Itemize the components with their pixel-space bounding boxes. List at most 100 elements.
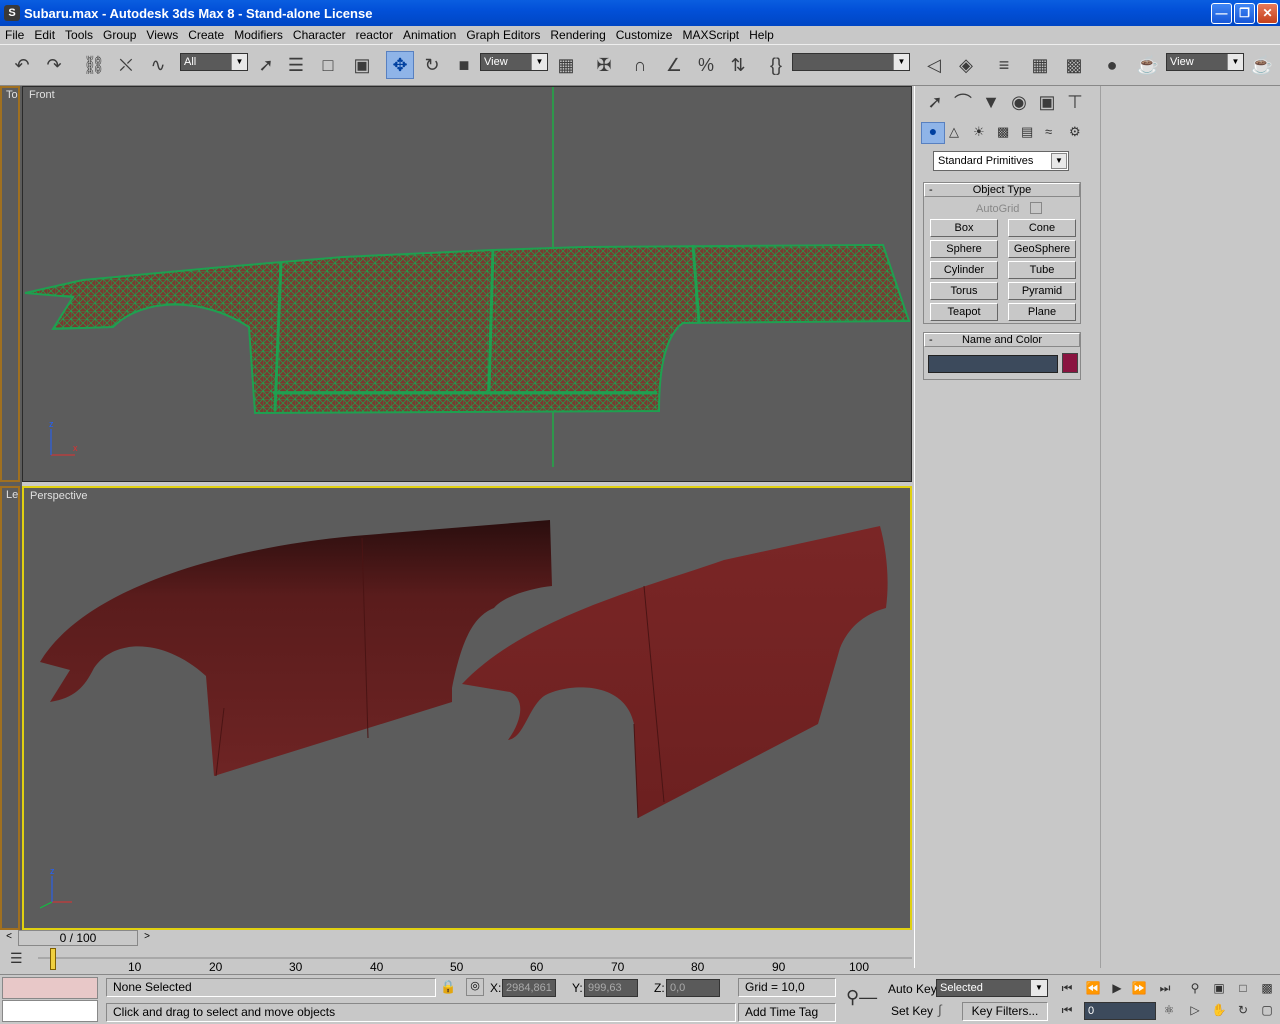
quick-render-icon[interactable]: ☕ [1248,51,1276,79]
pan-view-icon[interactable]: ✋ [1210,1001,1228,1019]
app-icon[interactable]: S [4,5,20,21]
track-bar[interactable]: ☰ 10 20 30 40 50 60 70 80 90 100 [0,946,912,974]
top-viewport-collapsed[interactable]: To [0,86,20,482]
menu-character[interactable]: Character [288,28,351,42]
percent-snap-icon[interactable]: % [692,51,720,79]
hierarchy-tab-icon[interactable]: ▼ [977,88,1005,116]
arc-rotate-icon[interactable]: ↻ [1234,1001,1252,1019]
go-to-start-icon[interactable]: ⏮ [1058,979,1076,997]
z-coordinate-field[interactable]: 0,0 [666,979,720,997]
window-crossing-icon[interactable]: ▣ [348,51,376,79]
space-warps-icon[interactable]: ≈ [1045,124,1052,139]
prev-frame-icon[interactable]: < [2,931,16,945]
select-object-icon[interactable]: ➚ [252,51,280,79]
object-category-dropdown[interactable]: Standard Primitives ▼ [933,151,1069,171]
maxscript-listener-pink[interactable] [2,977,98,999]
left-viewport-label[interactable]: Le [6,489,18,501]
link-icon[interactable]: ⛓ [80,51,108,79]
undo-icon[interactable]: ↶ [8,51,36,79]
curve-editor-icon[interactable]: ▦ [1026,51,1054,79]
menu-help[interactable]: Help [744,28,779,42]
menu-maxscript[interactable]: MAXScript [677,28,744,42]
spinner-snap-icon[interactable]: ⇅ [724,51,752,79]
go-to-end-icon[interactable]: ⏭ [1156,979,1174,997]
plane-button[interactable]: Plane [1008,303,1076,321]
menu-create[interactable]: Create [183,28,229,42]
previous-frame-icon[interactable]: ⏪ [1084,979,1102,997]
manipulate-icon[interactable]: ✠ [590,51,618,79]
create-tab-icon[interactable]: ➚ [921,88,949,116]
cameras-icon[interactable]: ▩ [997,124,1009,140]
maxscript-listener-white[interactable] [2,1000,98,1022]
geosphere-button[interactable]: GeoSphere [1008,240,1076,258]
time-slider-thumb[interactable]: 0 / 100 [18,930,138,946]
align-icon[interactable]: ◈ [952,51,980,79]
next-frame-icon[interactable]: ⏩ [1130,979,1148,997]
left-viewport-collapsed[interactable]: Le [0,486,20,930]
maximize-viewport-icon[interactable]: ▢ [1258,1001,1276,1019]
add-time-tag-button[interactable]: Add Time Tag [738,1003,836,1022]
open-mini-curve-editor-icon[interactable]: ☰ [10,950,32,968]
select-and-scale-icon[interactable]: ■ [450,51,478,79]
key-mode-dropdown[interactable]: Selected ▼ [936,979,1048,997]
menu-animation[interactable]: Animation [398,28,461,42]
menu-file[interactable]: File [0,28,29,42]
current-frame-field[interactable]: 0 [1084,1002,1156,1020]
render-scene-icon[interactable]: ☕ [1134,51,1162,79]
top-viewport-label[interactable]: To [6,89,18,101]
y-coordinate-field[interactable]: 999,63 [584,979,638,997]
utilities-tab-icon[interactable]: ⊤ [1061,88,1089,116]
absolute-mode-transform-icon[interactable]: ◎ [466,978,484,996]
autogrid-checkbox[interactable] [1030,202,1042,214]
helpers-icon[interactable]: ▤ [1021,124,1033,140]
menu-customize[interactable]: Customize [611,28,678,42]
display-tab-icon[interactable]: ▣ [1033,88,1061,116]
menu-rendering[interactable]: Rendering [545,28,610,42]
zoom-extents-all-icon[interactable]: ▩ [1258,979,1276,997]
next-frame-icon[interactable]: > [140,931,154,945]
geometry-icon[interactable]: ● [921,122,945,144]
pivot-center-icon[interactable]: ▦ [552,51,580,79]
set-key-button[interactable]: Set Key [891,1004,933,1018]
mirror-icon[interactable]: ◁ [920,51,948,79]
rect-selection-region-icon[interactable]: □ [314,51,342,79]
selection-filter-dropdown[interactable]: All ▼ [180,53,248,71]
modify-tab-icon[interactable]: ⌒ [949,88,977,116]
pyramid-button[interactable]: Pyramid [1008,282,1076,300]
unlink-icon[interactable]: ⛌ [112,51,140,79]
time-slider[interactable]: < 0 / 100 > [0,930,912,946]
x-coordinate-field[interactable]: 2984,861 [502,979,556,997]
teapot-button[interactable]: Teapot [930,303,998,321]
cylinder-button[interactable]: Cylinder [930,261,998,279]
zoom-all-icon[interactable]: ▣ [1210,979,1228,997]
tube-button[interactable]: Tube [1008,261,1076,279]
name-and-color-header[interactable]: - Name and Color [924,333,1080,347]
lights-icon[interactable]: ☀ [973,124,985,140]
restore-button[interactable]: ❐ [1234,3,1255,24]
current-time-marker[interactable] [50,948,56,970]
zoom-extents-icon[interactable]: □ [1234,979,1252,997]
sphere-button[interactable]: Sphere [930,240,998,258]
menu-modifiers[interactable]: Modifiers [229,28,288,42]
motion-tab-icon[interactable]: ◉ [1005,88,1033,116]
select-and-rotate-icon[interactable]: ↻ [418,51,446,79]
redo-icon[interactable]: ↷ [40,51,68,79]
auto-key-button[interactable]: Auto Key [888,982,937,996]
zoom-icon[interactable]: ⚲ [1186,979,1204,997]
object-type-header[interactable]: - Object Type [924,183,1080,197]
menu-graph-editors[interactable]: Graph Editors [461,28,545,42]
close-button[interactable]: ✕ [1257,3,1278,24]
key-filters-button[interactable]: Key Filters... [962,1002,1048,1021]
box-button[interactable]: Box [930,219,998,237]
named-selection-dropdown[interactable]: ▼ [792,53,910,71]
object-color-swatch[interactable] [1062,353,1078,373]
perspective-viewport[interactable]: Perspective z [22,486,912,930]
minimize-button[interactable]: — [1211,3,1232,24]
set-keys-key-icon[interactable]: ⚲― [846,987,877,1008]
shapes-icon[interactable]: △ [949,124,959,140]
menu-group[interactable]: Group [98,28,141,42]
default-tangent-icon[interactable]: ∫ [938,1002,942,1017]
systems-icon[interactable]: ⚙ [1069,124,1081,140]
select-and-move-icon[interactable]: ✥ [386,51,414,79]
field-of-view-icon[interactable]: ▷ [1186,1001,1204,1019]
